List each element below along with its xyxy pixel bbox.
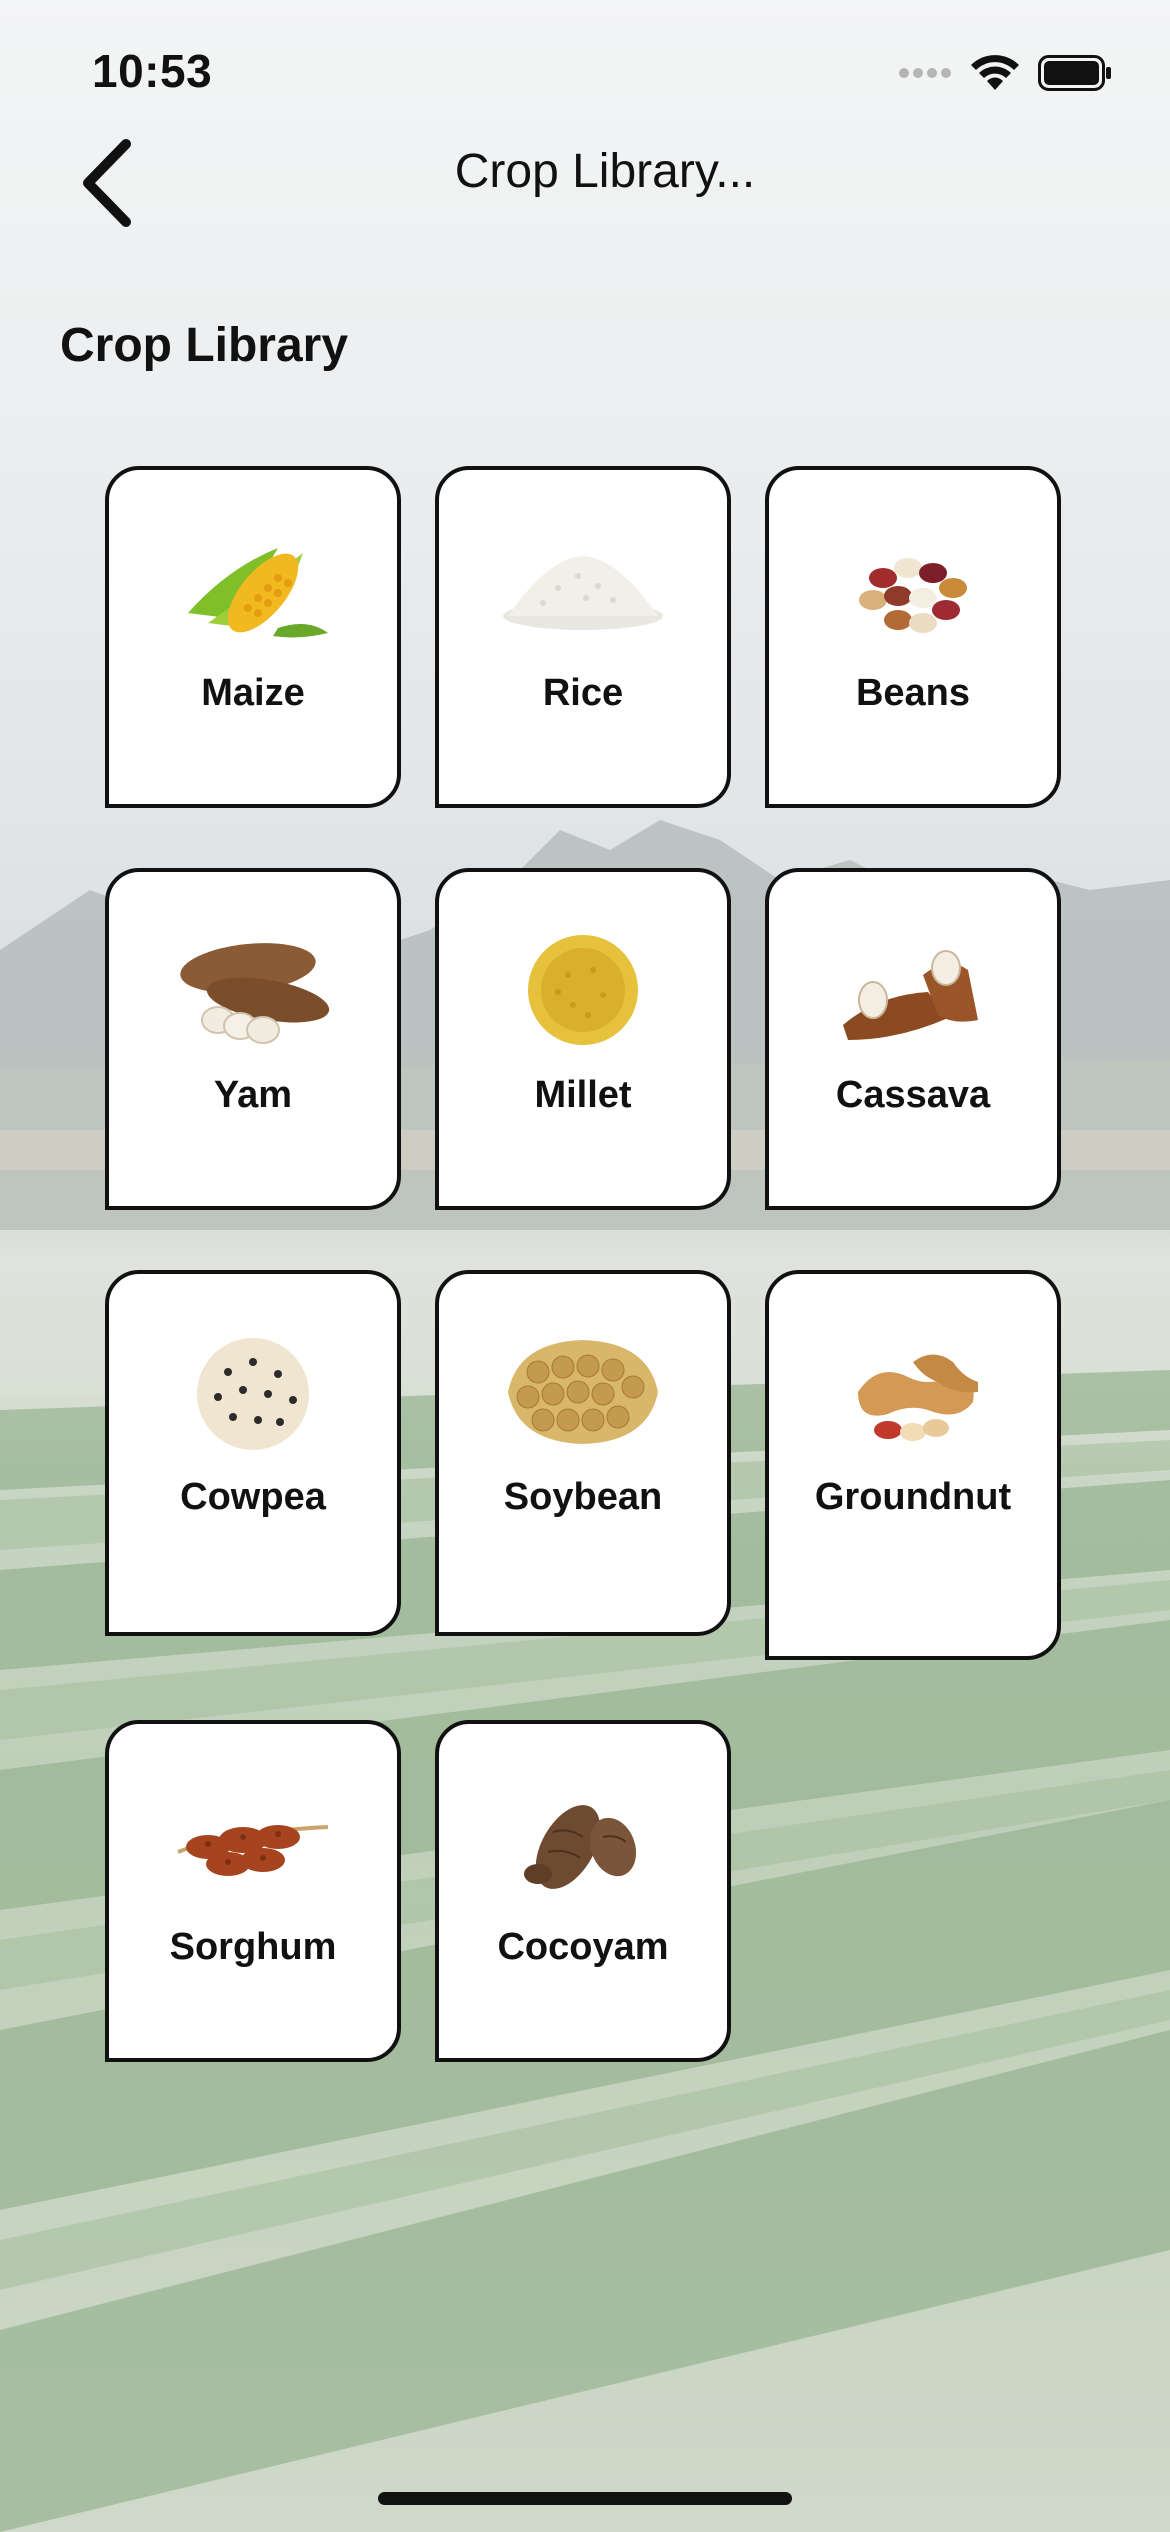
crop-card-maize[interactable]: Maize bbox=[105, 466, 401, 808]
nav-title: Crop Library... bbox=[454, 145, 756, 198]
crop-label: Cassava bbox=[835, 1074, 991, 1116]
wifi-icon bbox=[970, 54, 1020, 97]
crop-card-cowpea[interactable]: Cowpea bbox=[105, 1270, 401, 1636]
sorghum-image bbox=[177, 1825, 329, 1876]
crop-label: Beans bbox=[855, 672, 971, 714]
crop-label: Rice bbox=[542, 672, 624, 714]
crop-label: Maize bbox=[201, 672, 305, 714]
maize-image bbox=[188, 548, 328, 638]
crop-card-beans[interactable]: Beans bbox=[765, 466, 1061, 808]
crop-card-yam[interactable]: Yam bbox=[105, 868, 401, 1210]
yam-image bbox=[180, 943, 330, 1044]
crop-label: Cocoyam bbox=[497, 1926, 669, 1968]
signal-dots-icon bbox=[898, 66, 952, 85]
rice-image bbox=[503, 556, 663, 630]
beans-image bbox=[859, 558, 967, 633]
cocoyam-image bbox=[524, 1805, 637, 1889]
crop-label: Sorghum bbox=[169, 1926, 337, 1968]
crop-card-cassava[interactable]: Cassava bbox=[765, 868, 1061, 1210]
status-icons bbox=[898, 54, 1112, 97]
soybean-image bbox=[508, 1340, 658, 1444]
crop-label: Yam bbox=[213, 1074, 293, 1116]
crop-card-soybean[interactable]: Soybean bbox=[435, 1270, 731, 1636]
crop-card-millet[interactable]: Millet bbox=[435, 868, 731, 1210]
groundnut-image bbox=[858, 1354, 978, 1441]
crop-card-groundnut[interactable]: Groundnut bbox=[765, 1270, 1061, 1660]
crop-label: Millet bbox=[534, 1074, 632, 1116]
status-time: 10:53 bbox=[92, 45, 213, 97]
crop-card-sorghum[interactable]: Sorghum bbox=[105, 1720, 401, 2062]
battery-full-icon bbox=[1038, 55, 1112, 96]
cassava-image bbox=[843, 950, 978, 1040]
millet-image bbox=[528, 935, 638, 1045]
cowpea-image bbox=[197, 1338, 309, 1450]
crop-label: Groundnut bbox=[814, 1476, 1012, 1518]
navigation-bar: Crop Library... bbox=[0, 120, 1170, 260]
home-indicator[interactable] bbox=[378, 2492, 792, 2505]
status-bar: 10:53 bbox=[0, 0, 1170, 140]
page-title: Crop Library bbox=[60, 319, 349, 372]
crop-card-rice[interactable]: Rice bbox=[435, 466, 731, 808]
crop-label: Soybean bbox=[503, 1476, 663, 1518]
background-landscape bbox=[0, 0, 1170, 2532]
crop-card-cocoyam[interactable]: Cocoyam bbox=[435, 1720, 731, 2062]
crop-label: Cowpea bbox=[180, 1476, 326, 1518]
